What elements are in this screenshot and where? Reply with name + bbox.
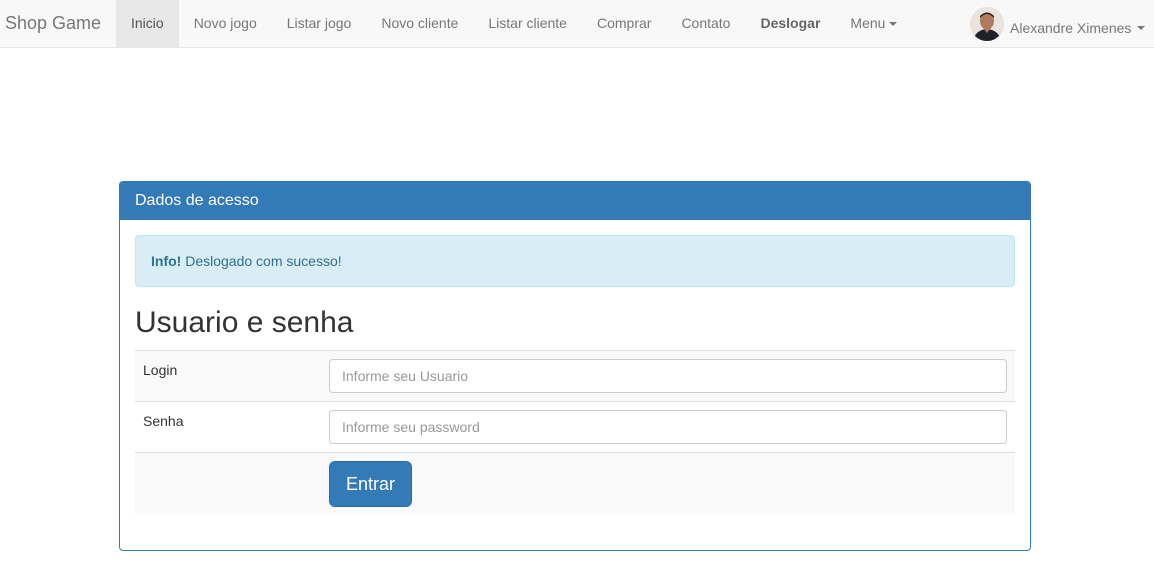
entrar-button[interactable]: Entrar (329, 461, 412, 507)
info-alert: Info! Deslogado com sucesso! (135, 235, 1015, 287)
nav-item-deslogar[interactable]: Deslogar (745, 0, 835, 47)
nav-item-listar-jogo[interactable]: Listar jogo (272, 0, 367, 47)
alert-strong: Info! (151, 253, 182, 269)
nav-item-listar-cliente[interactable]: Listar cliente (473, 0, 582, 47)
user-avatar-icon (970, 6, 1004, 41)
login-form: Login Senha Entrar (135, 350, 1015, 514)
user-menu[interactable]: Alexandre Ximenes (970, 0, 1146, 47)
alert-message: Deslogado com sucesso! (185, 253, 342, 269)
user-name: Alexandre Ximenes (1010, 20, 1132, 36)
menu-label: Menu (850, 15, 886, 31)
password-input[interactable] (329, 410, 1007, 444)
senha-label: Senha (143, 413, 184, 429)
caret-down-icon (889, 22, 898, 27)
form-row-login: Login (135, 350, 1015, 401)
caret-down-icon (1137, 26, 1146, 30)
nav-item-menu-dropdown[interactable]: Menu (835, 0, 912, 47)
nav-item-comprar[interactable]: Comprar (582, 0, 666, 47)
form-row-senha: Senha (135, 401, 1015, 452)
nav-item-contato[interactable]: Contato (666, 0, 745, 47)
section-title: Usuario e senha (135, 306, 354, 339)
nav-item-novo-cliente[interactable]: Novo cliente (366, 0, 473, 47)
nav-list: Inicio Novo jogo Listar jogo Novo client… (116, 0, 912, 47)
brand-link[interactable]: Shop Game (5, 0, 101, 47)
panel-heading: Dados de acesso (120, 182, 1030, 220)
login-label: Login (143, 362, 178, 378)
login-input[interactable] (329, 359, 1007, 393)
nav-item-inicio[interactable]: Inicio (116, 0, 179, 47)
top-navbar: Shop Game Inicio Novo jogo Listar jogo N… (0, 0, 1154, 48)
form-row-submit: Entrar (135, 452, 1015, 514)
nav-item-novo-jogo[interactable]: Novo jogo (179, 0, 272, 47)
access-panel: Dados de acesso Info! Deslogado com suce… (119, 181, 1031, 551)
